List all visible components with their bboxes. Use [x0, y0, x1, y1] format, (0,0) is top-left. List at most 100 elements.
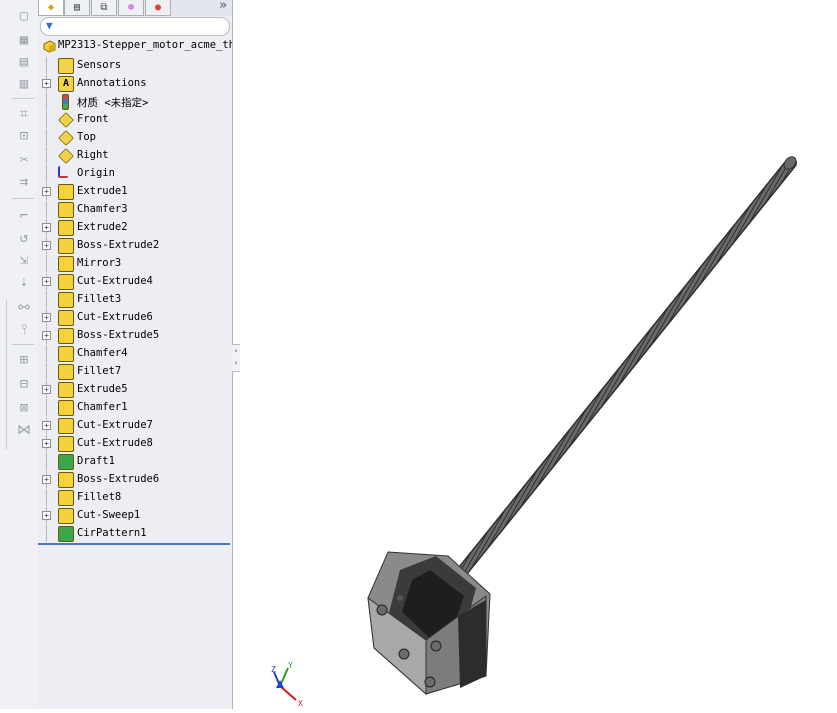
tree-item[interactable]: Front: [38, 111, 232, 128]
expand-toggle[interactable]: +: [42, 331, 51, 340]
expand-toggle[interactable]: +: [42, 511, 51, 520]
tree-item[interactable]: Chamfer1: [38, 399, 232, 416]
toolbar-separator: [12, 344, 34, 345]
part-name: MP2313-Stepper_motor_acme_thr: [58, 39, 232, 51]
layout-icon[interactable]: ▤: [14, 52, 34, 72]
tree-item[interactable]: Right: [38, 147, 232, 164]
command-toolbar: ▢ ▦ ▤ ▥ ⌗ ⊡ ✂ ⇉ ⌐ ↺ ⇲ ⇣ ⚯ ⫯ ⊞ ⊟ ⊠ ⋈: [0, 0, 39, 709]
tree-item[interactable]: + Boss-Extrude5: [38, 327, 232, 344]
tree-item-label: Annotations: [77, 77, 147, 89]
tree-item-label: Fillet8: [77, 491, 122, 503]
part-icon: [43, 40, 56, 53]
tree-item[interactable]: + A Annotations: [38, 75, 232, 92]
trim-icon[interactable]: ✂: [14, 150, 34, 170]
expand-toggle[interactable]: +: [42, 277, 51, 286]
graphics-viewport[interactable]: [240, 0, 837, 709]
plane-icon: [58, 148, 74, 164]
property-manager-tab[interactable]: ▤: [64, 0, 90, 16]
dimxpert-manager-tab[interactable]: ⊕: [118, 0, 144, 16]
tree-item[interactable]: Sensors: [38, 57, 232, 74]
expand-toggle[interactable]: +: [42, 241, 51, 250]
tree-item[interactable]: + Cut-Extrude4: [38, 273, 232, 290]
expand-toggle[interactable]: +: [42, 223, 51, 232]
pin-icon[interactable]: ⫯: [14, 320, 34, 340]
convert-icon[interactable]: ⇉: [14, 172, 34, 192]
tree-item[interactable]: Chamfer4: [38, 345, 232, 362]
tree-line: [46, 147, 47, 164]
tree-item[interactable]: + Cut-Extrude6: [38, 309, 232, 326]
tree-line: [46, 93, 47, 110]
tree-item-label: Top: [77, 131, 96, 143]
mirror-icon: [58, 256, 74, 272]
grid-icon[interactable]: ▦: [14, 30, 34, 50]
relations-icon[interactable]: ⌗: [14, 104, 34, 124]
expand-toggle[interactable]: +: [42, 421, 51, 430]
hatch-icon[interactable]: ▥: [14, 74, 34, 94]
feature-manager-tab[interactable]: ◆: [38, 0, 64, 16]
tree-item[interactable]: + Extrude2: [38, 219, 232, 236]
block-explode-icon[interactable]: ⋈: [14, 420, 34, 440]
plane-icon: [58, 130, 74, 146]
smart-dimension-icon[interactable]: ⊡: [14, 126, 34, 146]
scale-icon[interactable]: ⇲: [14, 250, 34, 270]
expand-toggle[interactable]: +: [42, 385, 51, 394]
extrude-icon: [58, 238, 74, 254]
expand-toggle[interactable]: +: [42, 313, 51, 322]
expand-toggle[interactable]: +: [42, 475, 51, 484]
tree-item[interactable]: + Boss-Extrude6: [38, 471, 232, 488]
tree-line: [46, 165, 47, 182]
tree-item[interactable]: 材质 <未指定>: [38, 93, 232, 110]
tree-item[interactable]: + Boss-Extrude2: [38, 237, 232, 254]
tree-line: [46, 57, 47, 74]
tree-item[interactable]: + Cut-Extrude7: [38, 417, 232, 434]
block-icon[interactable]: ⊞: [14, 350, 34, 370]
tree-item[interactable]: + Extrude5: [38, 381, 232, 398]
display-manager-tab[interactable]: ●: [145, 0, 171, 16]
tree-item[interactable]: Fillet3: [38, 291, 232, 308]
origin-icon: [58, 166, 68, 178]
tree-item[interactable]: + Cut-Extrude8: [38, 435, 232, 452]
expand-toggle[interactable]: +: [42, 79, 51, 88]
tree-line: [46, 453, 47, 470]
tree-item[interactable]: + Cut-Sweep1: [38, 507, 232, 524]
tree-item-label: Front: [77, 113, 109, 125]
sketch-icon[interactable]: ▢: [14, 6, 34, 26]
tree-item[interactable]: Chamfer3: [38, 201, 232, 218]
tree-item[interactable]: Draft1: [38, 453, 232, 470]
link-icon[interactable]: ⚯: [14, 298, 34, 318]
tree-root-part[interactable]: MP2313-Stepper_motor_acme_thr: [42, 38, 232, 55]
tree-item[interactable]: Mirror3: [38, 255, 232, 272]
fillet-icon: [58, 490, 74, 506]
tree-item-label: Cut-Extrude7: [77, 419, 153, 431]
expand-toggle[interactable]: +: [42, 439, 51, 448]
rotate-icon[interactable]: ↺: [14, 228, 34, 248]
tree-item-label: Sensors: [77, 59, 122, 71]
tree-item-label: Fillet7: [77, 365, 122, 377]
rollback-bar[interactable]: [38, 543, 230, 545]
fillet-icon: [58, 292, 74, 308]
tree-item[interactable]: CirPattern1: [38, 525, 232, 542]
tree-line: [46, 201, 47, 218]
tree-line: [46, 363, 47, 380]
block-edit-icon[interactable]: ⊠: [14, 398, 34, 418]
tree-item[interactable]: Fillet8: [38, 489, 232, 506]
tree-item-label: Boss-Extrude2: [77, 239, 160, 251]
expand-toggle[interactable]: +: [42, 187, 51, 196]
feature-filter-input[interactable]: ▼: [40, 17, 230, 36]
more-tabs-chevron-icon[interactable]: »: [219, 0, 227, 13]
tree-item[interactable]: + Extrude1: [38, 183, 232, 200]
tree-item[interactable]: Origin: [38, 165, 232, 182]
offset-icon[interactable]: ⇣: [14, 272, 34, 292]
toolbar-separator: [12, 98, 34, 99]
tree-item-label: Extrude1: [77, 185, 128, 197]
lead-screw: [451, 156, 797, 584]
extrude-icon: [58, 220, 74, 236]
tree-item[interactable]: Fillet7: [38, 363, 232, 380]
move-icon[interactable]: ⌐: [14, 206, 34, 226]
tree-item[interactable]: Top: [38, 129, 232, 146]
tree-item-label: Extrude5: [77, 383, 128, 395]
tree-item-label: Chamfer1: [77, 401, 128, 413]
tree-item-label: Cut-Sweep1: [77, 509, 141, 521]
configuration-manager-tab[interactable]: ⧉: [91, 0, 117, 16]
block-insert-icon[interactable]: ⊟: [14, 374, 34, 394]
